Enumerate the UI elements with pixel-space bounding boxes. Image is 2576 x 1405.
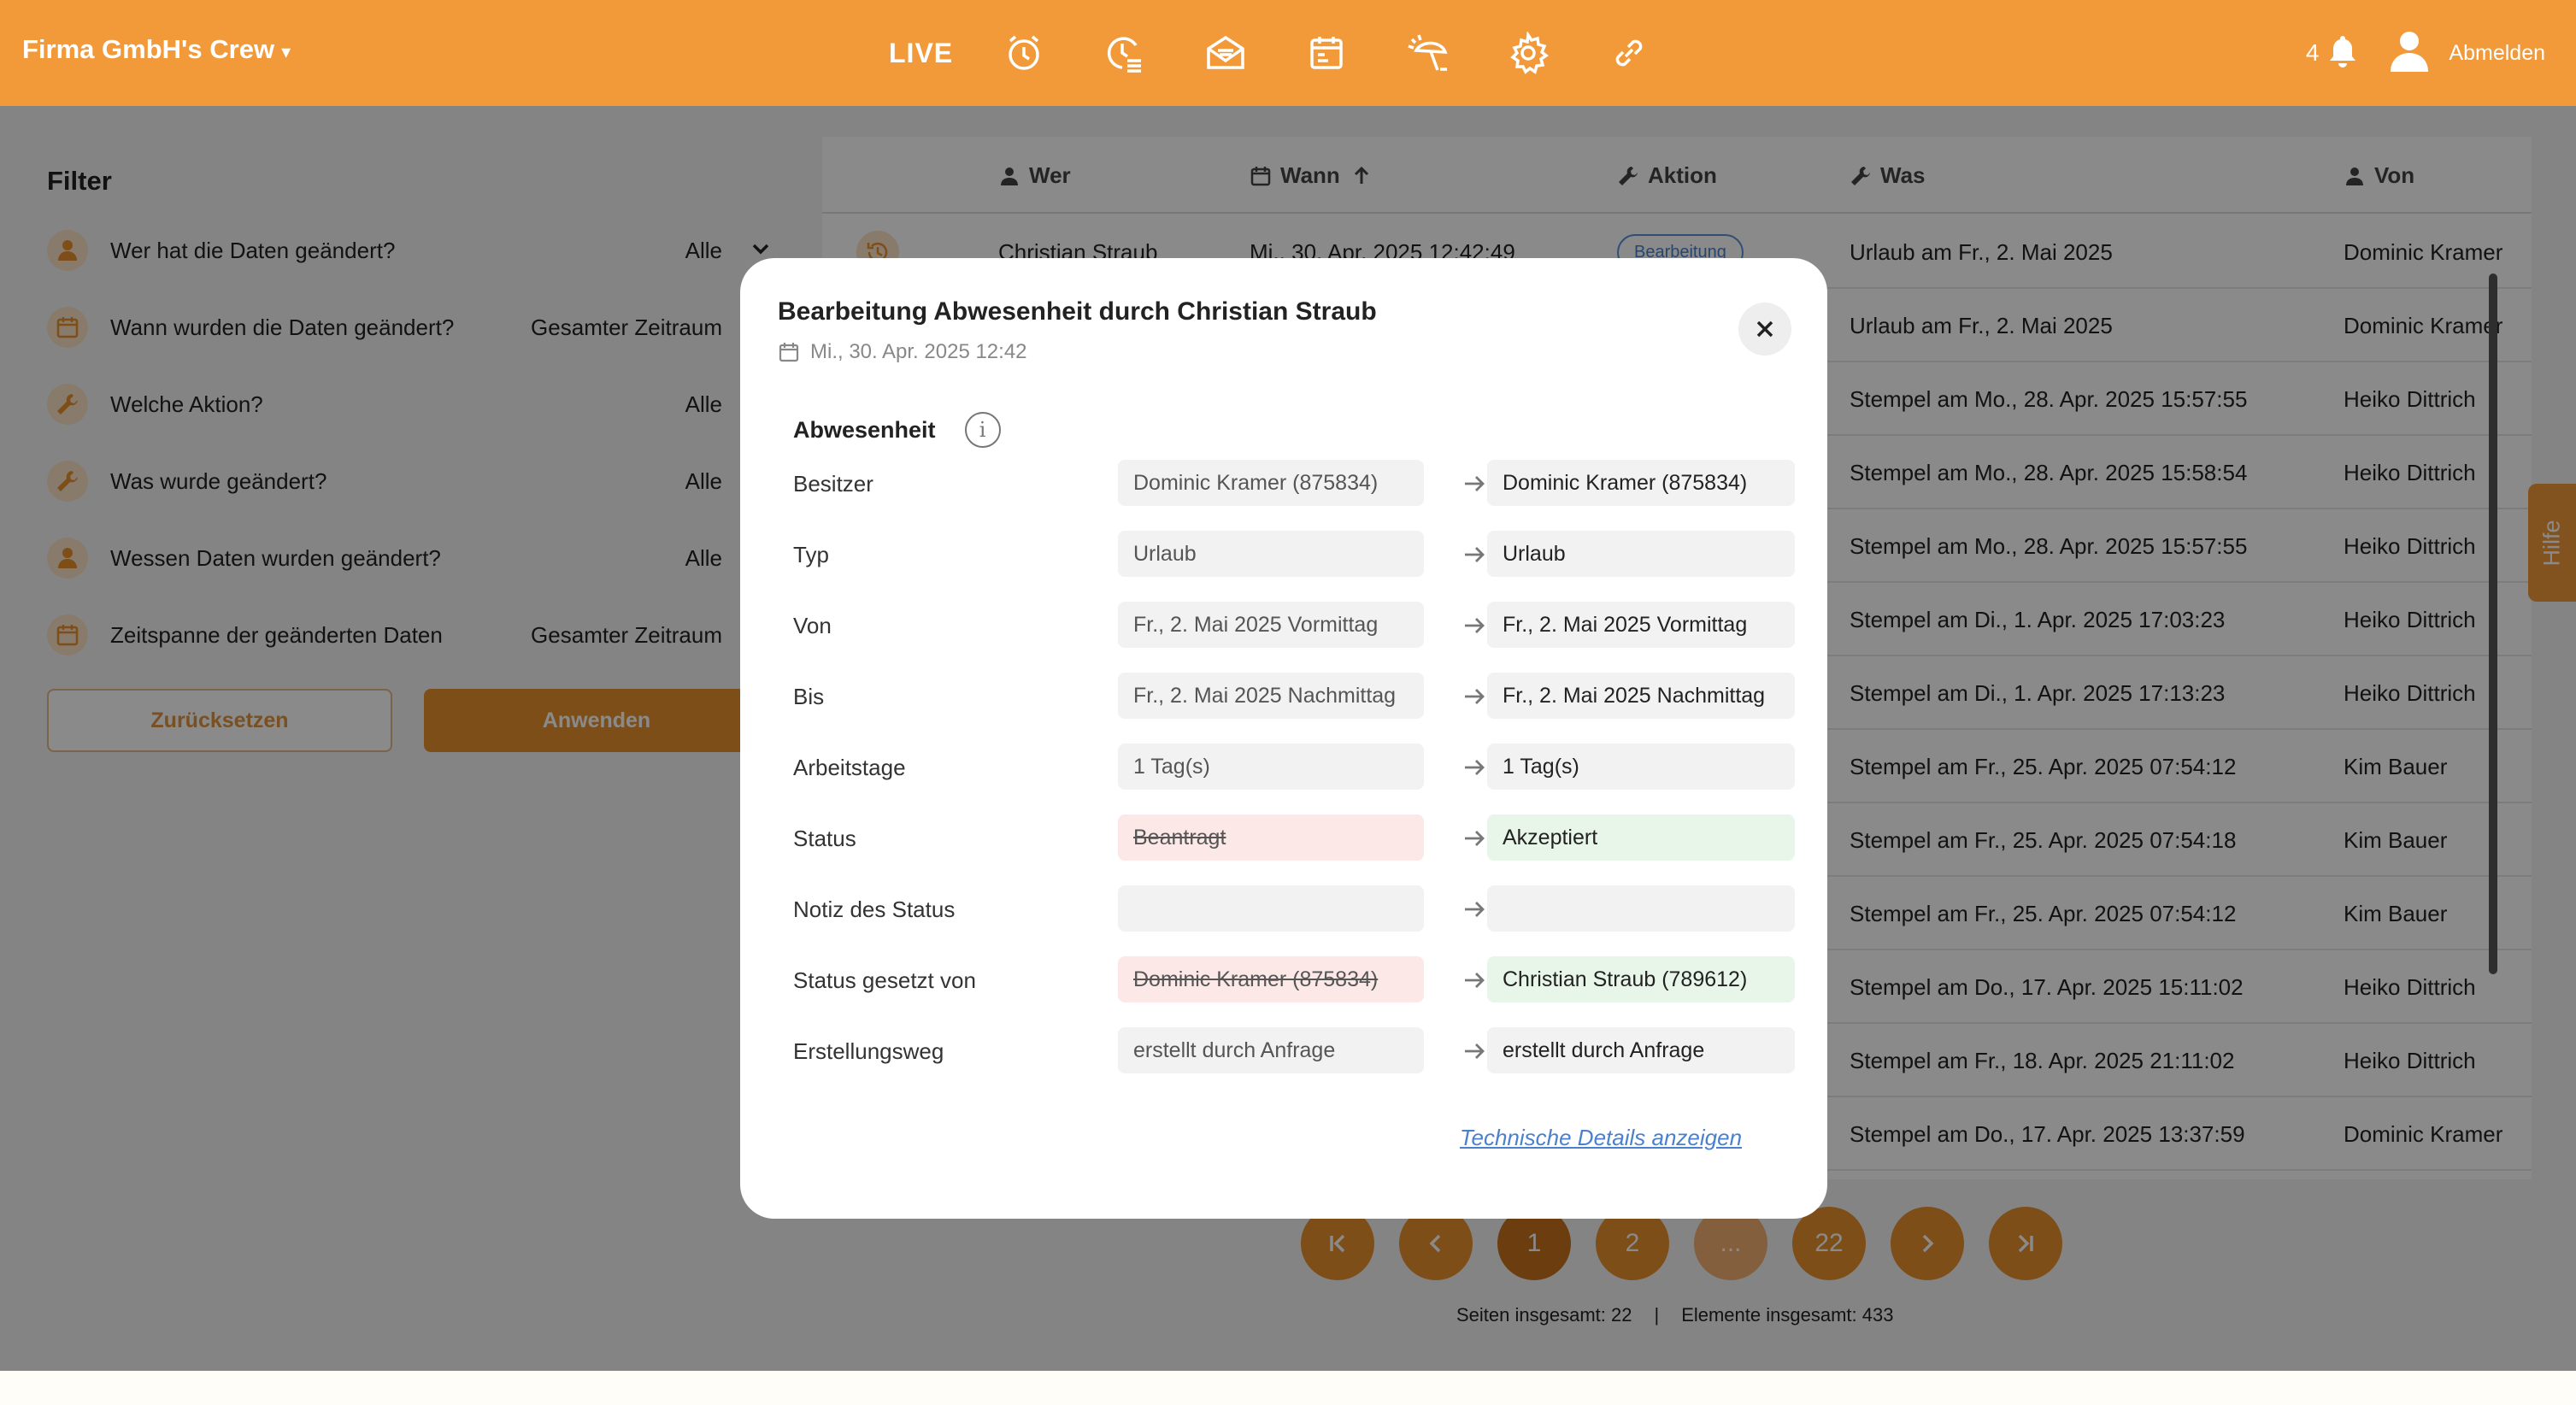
close-icon — [1756, 320, 1773, 338]
change-row-status-set-by: Status gesetzt von Dominic Kramer (87583… — [793, 956, 1795, 1002]
alarm-clock-icon[interactable] — [994, 23, 1054, 83]
arrow-right-icon — [1465, 760, 1485, 775]
change-row-to: Bis Fr., 2. Mai 2025 Nachmittag Fr., 2. … — [793, 673, 1795, 719]
section-title: Abwesenheit i — [793, 412, 1001, 448]
calendar-icon — [779, 343, 799, 362]
old-value: Dominic Kramer (875834) — [1118, 460, 1424, 506]
new-value: Christian Straub (789612) — [1487, 956, 1795, 1002]
team-switcher[interactable]: Firma GmbH's Crew ▾ — [22, 34, 291, 65]
new-value: Akzeptiert — [1487, 814, 1795, 861]
new-value: Fr., 2. Mai 2025 Nachmittag — [1487, 673, 1795, 719]
new-value: 1 Tag(s) — [1487, 744, 1795, 790]
header-right: 4 Abmelden — [2306, 26, 2545, 80]
top-bar: Firma GmbH's Crew ▾ LIVE 4 Abmelden — [0, 0, 2576, 106]
arrow-right-icon — [1465, 902, 1485, 917]
field-label: Notiz des Status — [793, 896, 956, 922]
change-row-type: Typ Urlaub Urlaub — [793, 531, 1795, 577]
arrow-right-icon — [1465, 831, 1485, 846]
old-value: Fr., 2. Mai 2025 Nachmittag — [1118, 673, 1424, 719]
arrow-right-icon — [1465, 547, 1485, 562]
old-value: Urlaub — [1118, 531, 1424, 577]
old-value: erstellt durch Anfrage — [1118, 1027, 1424, 1073]
change-row-status: Status Beantragt Akzeptiert — [793, 814, 1795, 861]
change-row-status-note: Notiz des Status — [793, 885, 1795, 932]
close-button[interactable] — [1738, 303, 1791, 356]
old-value: 1 Tag(s) — [1118, 744, 1424, 790]
dialog-date: Mi., 30. Apr. 2025 12:42 — [778, 340, 1027, 364]
dialog-title: Bearbeitung Abwesenheit durch Christian … — [778, 297, 1377, 326]
timeline-icon[interactable] — [1095, 23, 1155, 83]
calendar-icon[interactable] — [1297, 23, 1356, 83]
new-value: erstellt durch Anfrage — [1487, 1027, 1795, 1073]
vacation-icon[interactable] — [1397, 23, 1457, 83]
arrow-right-icon — [1465, 973, 1485, 988]
field-label: Bis — [793, 684, 825, 709]
arrow-right-icon — [1465, 476, 1485, 491]
user-avatar-icon[interactable] — [2389, 29, 2430, 78]
new-value: Dominic Kramer (875834) — [1487, 460, 1795, 506]
old-value: Beantragt — [1118, 814, 1424, 861]
new-value — [1487, 885, 1795, 932]
change-row-workdays: Arbeitstage 1 Tag(s) 1 Tag(s) — [793, 744, 1795, 790]
new-value: Urlaub — [1487, 531, 1795, 577]
logout-button[interactable]: Abmelden — [2449, 41, 2545, 66]
old-value: Fr., 2. Mai 2025 Vormittag — [1118, 602, 1424, 648]
bell-icon[interactable] — [2327, 34, 2358, 73]
chevron-down-icon: ▾ — [281, 41, 291, 62]
field-label: Arbeitstage — [793, 755, 906, 780]
field-label: Status gesetzt von — [793, 967, 976, 993]
bottom-strip — [0, 1371, 2576, 1405]
field-label: Erstellungsweg — [793, 1038, 944, 1064]
change-row-creation-path: Erstellungsweg erstellt durch Anfrage er… — [793, 1027, 1795, 1073]
info-icon[interactable]: i — [964, 412, 1001, 448]
old-value: Dominic Kramer (875834) — [1118, 956, 1424, 1002]
old-value — [1118, 885, 1424, 932]
technical-details-link[interactable]: Technische Details anzeigen — [1460, 1125, 1742, 1151]
link-icon[interactable] — [1599, 23, 1659, 83]
notification-count: 4 — [2305, 39, 2320, 66]
team-name: Firma GmbH's Crew — [22, 34, 275, 64]
field-label: Typ — [793, 542, 829, 567]
arrow-right-icon — [1465, 1043, 1485, 1059]
change-row-from: Von Fr., 2. Mai 2025 Vormittag Fr., 2. M… — [793, 602, 1795, 648]
change-details-dialog: Bearbeitung Abwesenheit durch Christian … — [740, 258, 1827, 1219]
settings-icon[interactable] — [1498, 23, 1558, 83]
arrow-right-icon — [1465, 618, 1485, 633]
new-value: Fr., 2. Mai 2025 Vormittag — [1487, 602, 1795, 648]
nav-live[interactable]: LIVE — [889, 38, 953, 69]
field-label: Besitzer — [793, 471, 873, 497]
field-label: Status — [793, 826, 856, 851]
field-label: Von — [793, 613, 832, 638]
arrow-right-icon — [1465, 689, 1485, 704]
main-nav: LIVE — [889, 21, 1700, 85]
change-row-owner: Besitzer Dominic Kramer (875834) Dominic… — [793, 460, 1795, 506]
mail-icon[interactable] — [1196, 23, 1256, 83]
